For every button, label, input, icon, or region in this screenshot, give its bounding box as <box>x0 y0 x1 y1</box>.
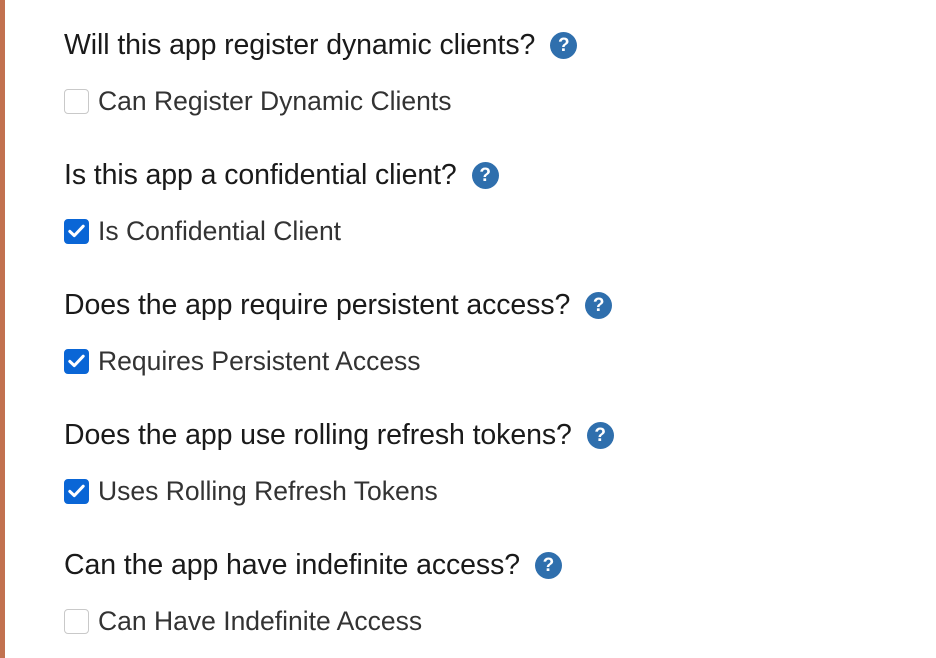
help-question-icon[interactable]: ? <box>550 31 578 59</box>
checkmark-icon <box>68 354 85 368</box>
requires-persistent-access-checkbox[interactable] <box>64 348 89 374</box>
uses-rolling-refresh-tokens-option[interactable]: Uses Rolling Refresh Tokens <box>64 476 438 506</box>
can-have-indefinite-access-checkbox[interactable] <box>64 608 89 634</box>
question-row: Can the app have indefinite access? ? <box>64 547 562 583</box>
is-confidential-client-option[interactable]: Is Confidential Client <box>64 216 341 246</box>
question-row: Will this app register dynamic clients? … <box>64 27 578 63</box>
checkbox-label: Can Have Indefinite Access <box>98 606 423 636</box>
help-question-icon[interactable]: ? <box>585 291 613 319</box>
section-persistent-access: Does the app require persistent access? … <box>64 260 924 390</box>
question-row: Does the app use rolling refresh tokens?… <box>64 417 614 453</box>
question-row: Does the app require persistent access? … <box>64 287 613 323</box>
uses-rolling-refresh-tokens-checkbox[interactable] <box>64 478 89 504</box>
section-dynamic-clients: Will this app register dynamic clients? … <box>64 0 924 130</box>
checkmark-icon <box>68 484 85 498</box>
can-register-dynamic-clients-checkbox[interactable] <box>64 88 89 114</box>
left-accent-bar <box>0 0 5 658</box>
can-register-dynamic-clients-option[interactable]: Can Register Dynamic Clients <box>64 86 451 116</box>
question-label: Will this app register dynamic clients? <box>64 29 536 61</box>
checkbox-label: Requires Persistent Access <box>98 346 421 376</box>
section-rolling-refresh-tokens: Does the app use rolling refresh tokens?… <box>64 390 924 520</box>
section-indefinite-access: Can the app have indefinite access? ? Ca… <box>64 520 924 650</box>
help-question-icon[interactable]: ? <box>471 161 499 189</box>
app-settings-form: Will this app register dynamic clients? … <box>64 0 924 650</box>
checkmark-icon <box>68 224 85 238</box>
question-row: Is this app a confidential client? ? <box>64 157 499 193</box>
checkbox-label: Can Register Dynamic Clients <box>98 86 452 116</box>
is-confidential-client-checkbox[interactable] <box>64 218 89 244</box>
question-label: Does the app require persistent access? <box>64 289 571 321</box>
help-question-icon[interactable]: ? <box>586 421 614 449</box>
requires-persistent-access-option[interactable]: Requires Persistent Access <box>64 346 421 376</box>
can-have-indefinite-access-option[interactable]: Can Have Indefinite Access <box>64 606 422 636</box>
question-label: Does the app use rolling refresh tokens? <box>64 419 572 451</box>
checkbox-label: Is Confidential Client <box>98 216 342 246</box>
question-label: Is this app a confidential client? <box>64 159 457 191</box>
section-confidential-client: Is this app a confidential client? ? Is … <box>64 130 924 260</box>
help-question-icon[interactable]: ? <box>534 551 562 579</box>
question-label: Can the app have indefinite access? <box>64 549 520 581</box>
checkbox-label: Uses Rolling Refresh Tokens <box>98 476 438 506</box>
